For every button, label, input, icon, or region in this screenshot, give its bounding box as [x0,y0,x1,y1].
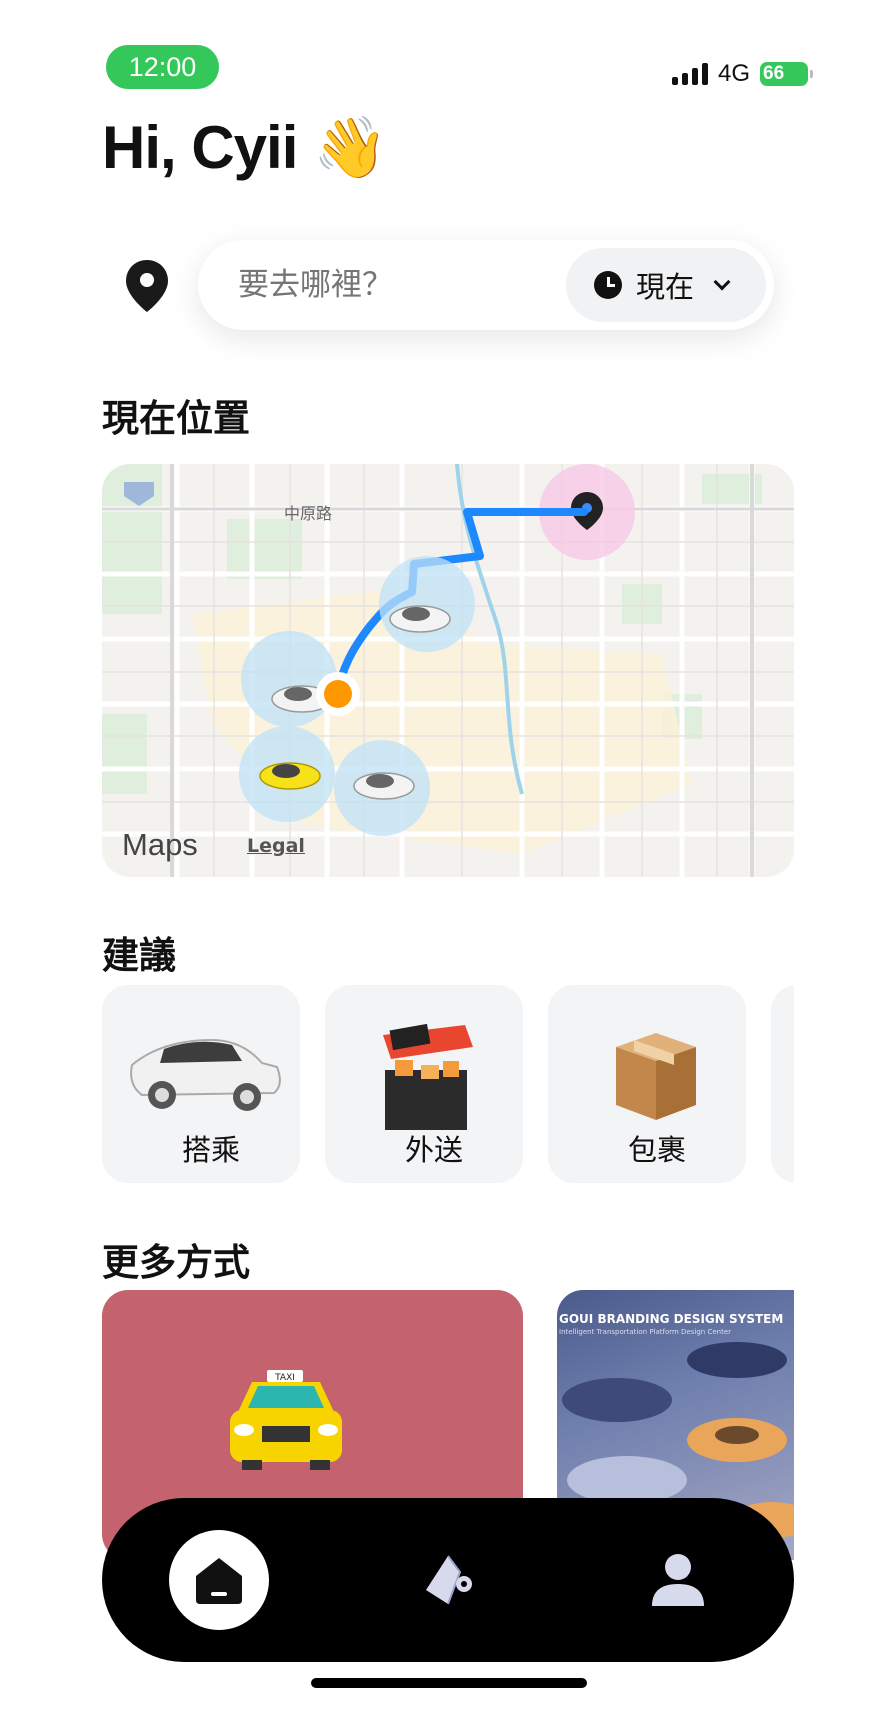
suggestion-package-card[interactable]: 包裹 [548,985,746,1183]
status-indicators: 4G 66 [671,60,813,88]
maps-legal-link[interactable]: Legal [247,835,305,857]
branding-promo-subtitle: Intelligent Transportation Platform Desi… [559,1328,732,1336]
apple-maps-logo: Maps [122,827,198,863]
suggestion-ride-label: 搭乘 [181,1133,240,1167]
tab-home[interactable] [169,1530,269,1630]
map-canvas [102,464,794,877]
signal-icon [671,63,708,85]
time-select-button[interactable]: 現在 [566,248,766,322]
battery-icon: 66 [760,62,813,86]
battery-level: 66 [763,63,785,84]
profile-icon[interactable] [649,1550,707,1610]
chevron-down-icon [713,273,731,291]
taxi-badge: TAXI [274,1373,295,1383]
clock-icon [594,271,622,299]
destination-input[interactable] [238,240,538,330]
taxi-marker-icon [259,762,321,790]
home-icon [196,1558,242,1604]
status-time: 12:00 [106,45,219,89]
current-location-title: 現在位置 [102,397,250,440]
suggestion-more-card[interactable] [771,985,794,1183]
car-marker-icon [353,772,415,800]
suggestion-cards: 搭乘 外送 包裹 [102,985,794,1183]
location-map[interactable]: 中原路 Maps Legal [102,464,794,877]
branding-promo-title: GOUI BRANDING DESIGN SYSTEM [559,1312,784,1326]
maps-brand: Maps [122,827,198,862]
car-marker-icon [389,605,451,633]
home-indicator [311,1678,587,1688]
road-label: 中原路 [284,504,333,523]
destination-search-bar[interactable]: 現在 [198,240,774,330]
suggestion-package-label: 包裹 [627,1133,686,1167]
network-type: 4G [717,60,750,87]
time-select-label: 現在 [636,270,695,304]
suggestion-delivery-label: 外送 [404,1133,463,1167]
suggestions-title: 建議 [102,934,176,977]
bottom-tab-bar [102,1498,794,1662]
more-options-title: 更多方式 [102,1241,250,1284]
suggestion-delivery-card[interactable]: 外送 [325,985,523,1183]
location-pin-icon[interactable] [124,258,170,314]
route-icon[interactable] [420,1550,476,1610]
suggestion-ride-card[interactable]: 搭乘 [102,985,300,1183]
greeting-title: Hi, Cyii 👋 [102,114,388,181]
